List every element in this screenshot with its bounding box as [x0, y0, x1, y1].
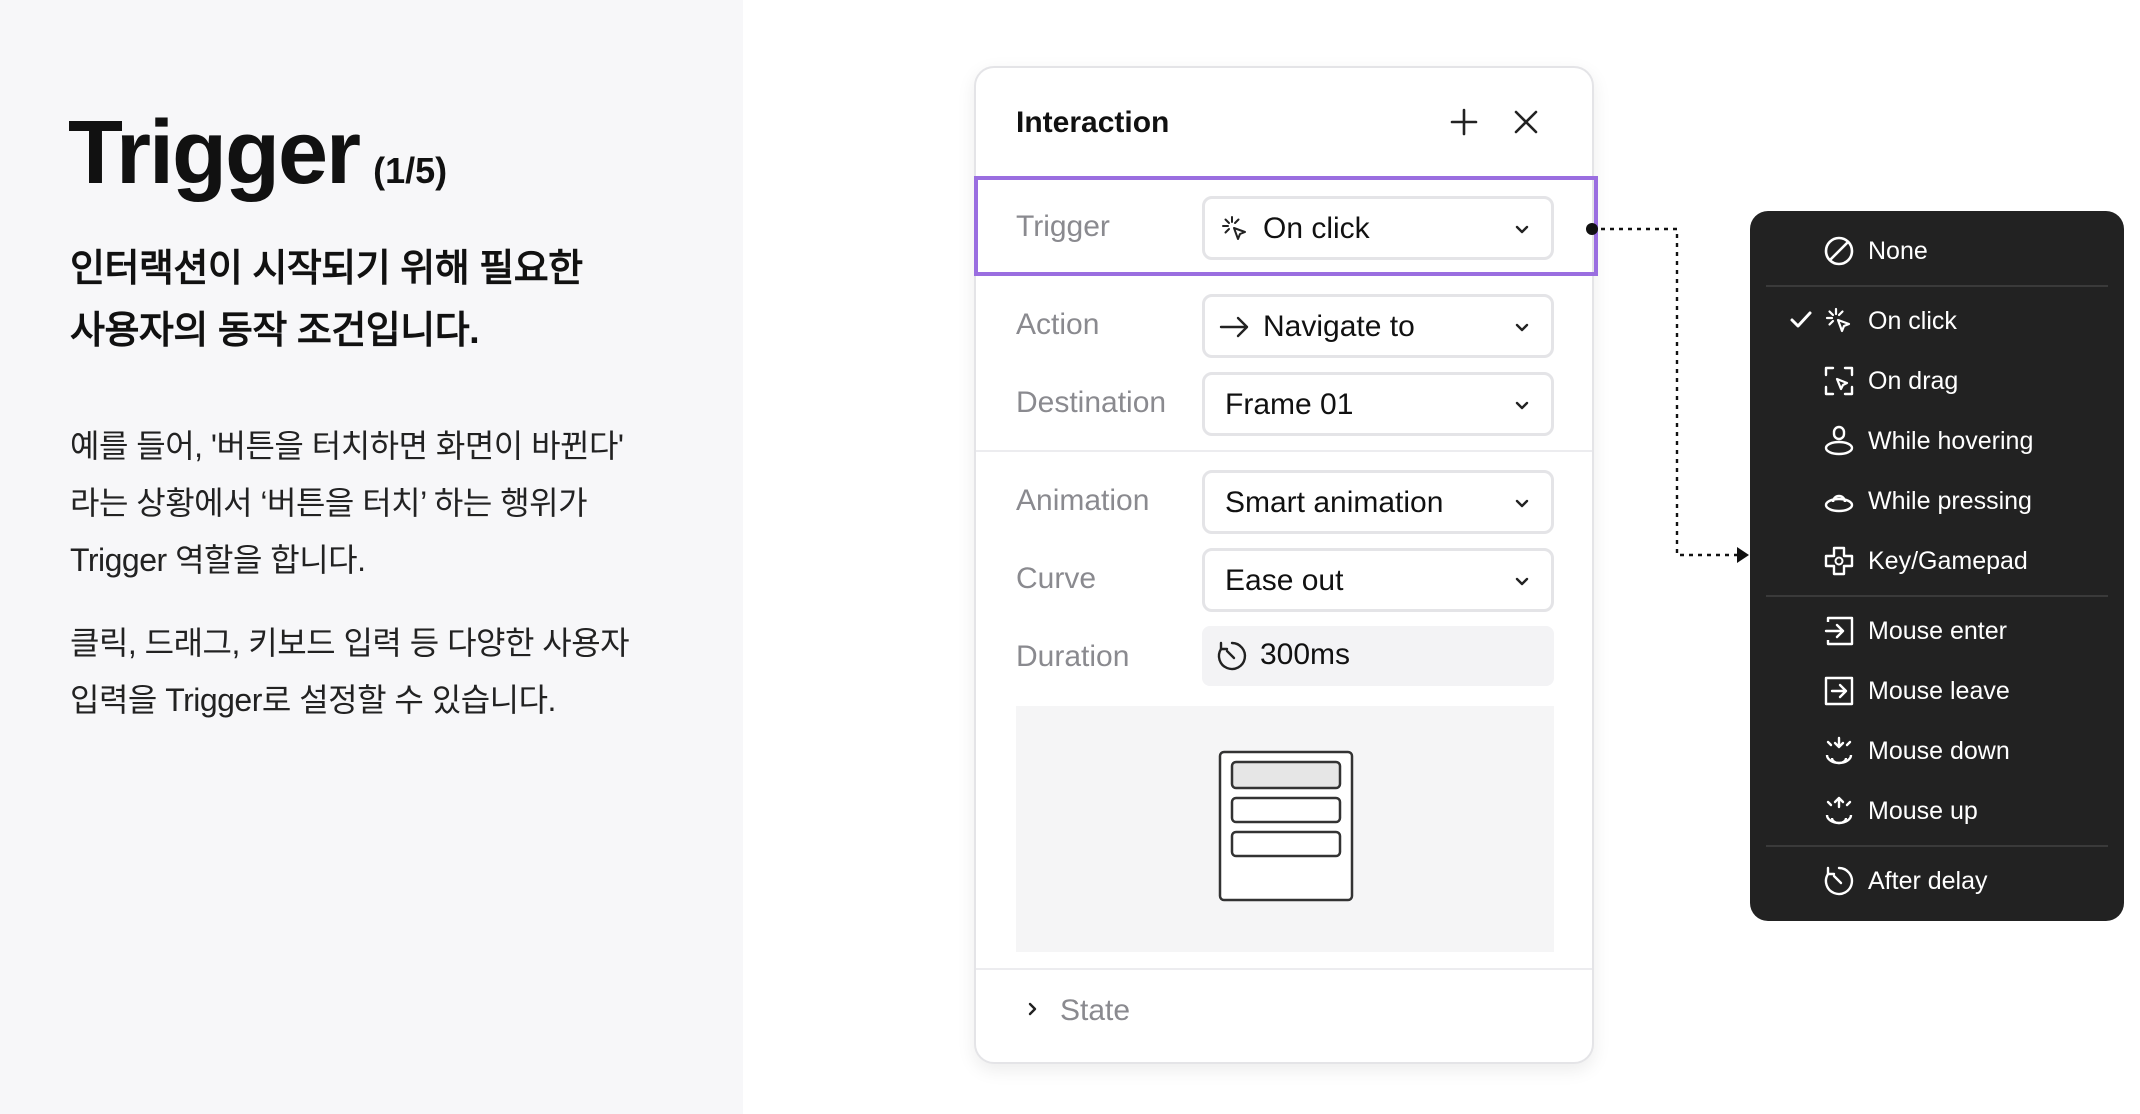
menu-item-label: On drag — [1868, 367, 1959, 395]
action-select[interactable]: Navigate to — [1202, 294, 1554, 358]
trigger-select[interactable]: On click — [1202, 196, 1554, 260]
menu-item-label: Key/Gamepad — [1868, 547, 2028, 575]
section-divider — [976, 450, 1592, 452]
step-indicator: (1/5) — [373, 150, 448, 191]
menu-item-label: Mouse down — [1868, 737, 2010, 765]
duration-value: 300ms — [1260, 638, 1351, 671]
panel-header: Interaction — [976, 68, 1592, 176]
menu-item-label: Mouse up — [1868, 797, 1978, 825]
duration-field[interactable]: 300ms — [1202, 626, 1554, 686]
state-label: State — [1060, 994, 1131, 1027]
curve-select[interactable]: Ease out — [1202, 548, 1554, 612]
mouse-leave-icon — [1824, 676, 1854, 706]
paragraph-line: Trigger 역할을 합니다. — [70, 542, 366, 578]
section-divider — [976, 968, 1592, 970]
lead-line: 사용자의 동작 조건입니다. — [70, 310, 480, 352]
action-row: Action Navigate to — [976, 294, 1592, 358]
menu-item-after-delay[interactable]: After delay — [1750, 853, 2124, 909]
animation-preview — [1016, 706, 1554, 952]
close-panel-button[interactable] — [1506, 102, 1546, 142]
chevron-right-icon — [1028, 1002, 1037, 1016]
chevron-down-icon — [1515, 499, 1529, 508]
menu-item-mouse-leave[interactable]: Mouse leave — [1750, 663, 2124, 719]
close-icon — [1514, 110, 1538, 134]
menu-item-label: While pressing — [1868, 487, 2032, 515]
chevron-down-icon — [1515, 323, 1529, 332]
trigger-value: On click — [1263, 212, 1370, 245]
menu-item-label: None — [1868, 237, 1928, 265]
connector-line — [1586, 223, 1749, 563]
animation-label: Animation — [1016, 484, 1150, 517]
lead-text: 인터랙션이 시작되기 위해 필요한 사용자의 동작 조건입니다. — [70, 238, 710, 362]
trigger-label: Trigger — [1016, 210, 1110, 243]
menu-item-label: After delay — [1868, 867, 1988, 895]
mouse-up-icon — [1825, 796, 1853, 825]
page-title: Trigger (1/5) — [68, 108, 447, 198]
trigger-row: Trigger On click — [976, 196, 1592, 260]
menu-item-on-click[interactable]: On click — [1750, 293, 2124, 349]
menu-item-none[interactable]: None — [1750, 223, 2124, 279]
action-label: Action — [1016, 308, 1100, 341]
destination-select[interactable]: Frame 01 — [1202, 372, 1554, 436]
action-value: Navigate to — [1263, 310, 1415, 343]
menu-item-label: On click — [1868, 307, 1957, 335]
animation-select[interactable]: Smart animation — [1202, 470, 1554, 534]
curve-row: Curve Ease out — [976, 548, 1592, 612]
menu-item-key-gamepad[interactable]: Key/Gamepad — [1750, 533, 2124, 589]
add-interaction-button[interactable] — [1444, 102, 1484, 142]
menu-item-mouse-enter[interactable]: Mouse enter — [1750, 603, 2124, 659]
trigger-dropdown-menu: None On click On drag While hovering Whi… — [1750, 211, 2124, 921]
gamepad-icon — [1824, 546, 1854, 576]
mouse-enter-icon — [1824, 616, 1854, 646]
description-section: Trigger (1/5) 인터랙션이 시작되기 위해 필요한 사용자의 동작 조… — [0, 0, 743, 1114]
chevron-down-icon — [1515, 225, 1529, 234]
menu-item-mouse-down[interactable]: Mouse down — [1750, 723, 2124, 779]
mouse-down-icon — [1825, 736, 1853, 765]
curve-value: Ease out — [1225, 564, 1344, 597]
menu-divider — [1766, 845, 2108, 847]
checkmark-icon — [1790, 311, 1812, 328]
destination-value: Frame 01 — [1225, 388, 1354, 421]
lead-line: 인터랙션이 시작되기 위해 필요한 — [70, 248, 583, 290]
menu-item-on-drag[interactable]: On drag — [1750, 353, 2124, 409]
menu-item-while-hovering[interactable]: While hovering — [1750, 413, 2124, 469]
click-icon — [1222, 216, 1246, 240]
menu-divider — [1766, 595, 2108, 597]
press-icon — [1824, 494, 1854, 513]
panel-title: Interaction — [1016, 106, 1170, 139]
example-paragraph: 예를 들어, '버튼을 터치하면 화면이 바뀐다' 라는 상황에서 ‘버튼을 터… — [70, 418, 710, 589]
title-text: Trigger — [68, 103, 361, 203]
paragraph-line: 예를 들어, '버튼을 터치하면 화면이 바뀐다' — [70, 428, 624, 464]
curve-label: Curve — [1016, 562, 1097, 595]
destination-row: Destination Frame 01 — [976, 372, 1592, 436]
plus-icon — [1450, 108, 1478, 136]
timer-icon — [1824, 866, 1854, 896]
menu-item-while-pressing[interactable]: While pressing — [1750, 473, 2124, 529]
menu-item-label: Mouse enter — [1868, 617, 2007, 645]
paragraph-line: 클릭, 드래그, 키보드 입력 등 다양한 사용자 — [70, 625, 630, 661]
menu-item-mouse-up[interactable]: Mouse up — [1750, 783, 2124, 839]
chevron-down-icon — [1515, 401, 1529, 410]
destination-label: Destination — [1016, 386, 1167, 419]
animation-value: Smart animation — [1225, 486, 1444, 519]
timer-icon — [1217, 641, 1247, 671]
menu-item-label: While hovering — [1868, 427, 2034, 455]
duration-label: Duration — [1016, 640, 1130, 673]
chevron-down-icon — [1515, 577, 1529, 586]
click-icon — [1825, 307, 1851, 333]
paragraph-line: 입력을 Trigger로 설정할 수 있습니다. — [70, 682, 556, 718]
menu-divider — [1766, 285, 2108, 287]
interaction-panel: Interaction Trigger On click Action Navi… — [974, 66, 1598, 1064]
menu-item-label: Mouse leave — [1868, 677, 2010, 705]
animation-row: Animation Smart animation — [976, 470, 1592, 534]
frame-preview-icon — [1218, 750, 1354, 902]
hover-icon — [1824, 425, 1854, 456]
arrow-right-icon — [1219, 316, 1249, 338]
detail-paragraph: 클릭, 드래그, 키보드 입력 등 다양한 사용자 입력을 Trigger로 설… — [70, 615, 710, 729]
duration-row: Duration 300ms — [976, 626, 1592, 690]
none-icon — [1824, 236, 1854, 266]
drag-icon — [1824, 366, 1854, 396]
paragraph-line: 라는 상황에서 ‘버튼을 터치’ 하는 행위가 — [70, 485, 588, 521]
